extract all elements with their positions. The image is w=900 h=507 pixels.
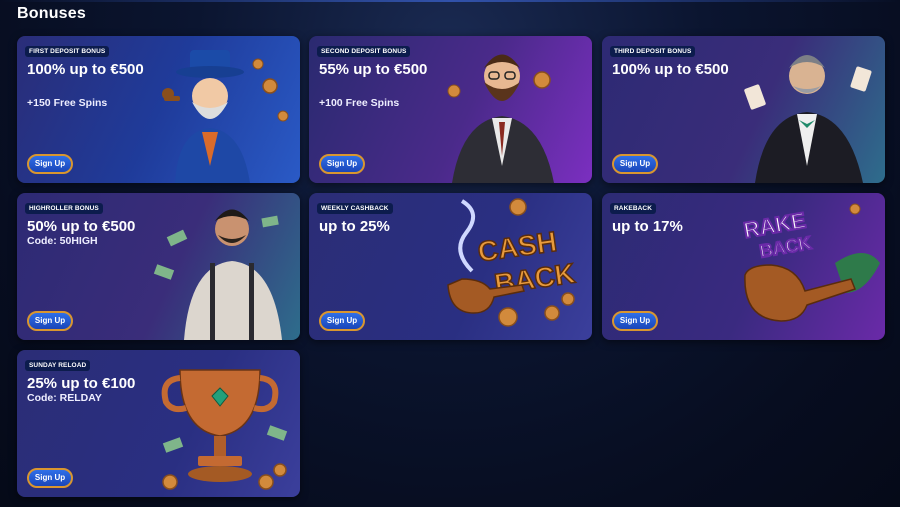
top-highlight-line [0,0,900,2]
sign-up-button[interactable]: Sign Up [27,311,73,331]
gentleman-cards-illustration [744,55,872,183]
sign-up-button[interactable]: Sign Up [319,154,365,174]
gentleman-illustration [162,50,289,183]
bonus-code: Code: RELDAY [27,392,102,404]
bonus-card-second-deposit[interactable]: SECOND DEPOSIT BONUS 55% up to €500 +100… [309,36,592,183]
trophy-illustration [161,369,288,490]
bonus-tag: RAKEBACK [610,203,656,214]
sign-up-button[interactable]: Sign Up [612,311,658,331]
bonus-grid: FIRST DEPOSIT BONUS 100% up to €500 +150… [17,36,885,498]
bonus-tag: FIRST DEPOSIT BONUS [25,46,110,57]
bonus-tag: HIGHROLLER BONUS [25,203,103,214]
bonus-tag: SECOND DEPOSIT BONUS [317,46,411,57]
bonus-subtitle: +150 Free Spins [27,97,108,109]
highroller-man-illustration [153,209,282,340]
bonus-card-highroller[interactable]: HIGHROLLER BONUS 50% up to €500 Code: 50… [17,193,300,340]
bearded-man-illustration [447,54,554,183]
page-title: Bonuses [17,5,86,22]
bonus-tag: WEEKLY CASHBACK [317,203,393,214]
bonus-card-weekly-cashback[interactable]: WEEKLY CASHBACK up to 25% Sign Up CASH B… [309,193,592,340]
bonus-card-third-deposit[interactable]: THIRD DEPOSIT BONUS 100% up to €500 Sign… [602,36,885,183]
sign-up-button[interactable]: Sign Up [612,154,658,174]
sign-up-button[interactable]: Sign Up [319,311,365,331]
bonus-card-rakeback[interactable]: RAKEBACK up to 17% Sign Up RAKE BACK [602,193,885,340]
bonus-subtitle: +100 Free Spins [319,97,400,109]
bonus-tag: SUNDAY RELOAD [25,360,91,371]
bonus-tag: THIRD DEPOSIT BONUS [610,46,696,57]
sign-up-button[interactable]: Sign Up [27,468,73,488]
bonus-card-sunday-reload[interactable]: SUNDAY RELOAD 25% up to €100 Code: RELDA… [17,350,300,497]
bonus-code: Code: 50HIGH [27,235,98,247]
sign-up-button[interactable]: Sign Up [27,154,73,174]
cashback-pipe-illustration: CASH BACK [447,198,578,327]
rakeback-pipe-illustration: RAKE BACK [741,203,880,322]
bonus-card-first-deposit[interactable]: FIRST DEPOSIT BONUS 100% up to €500 +150… [17,36,300,183]
